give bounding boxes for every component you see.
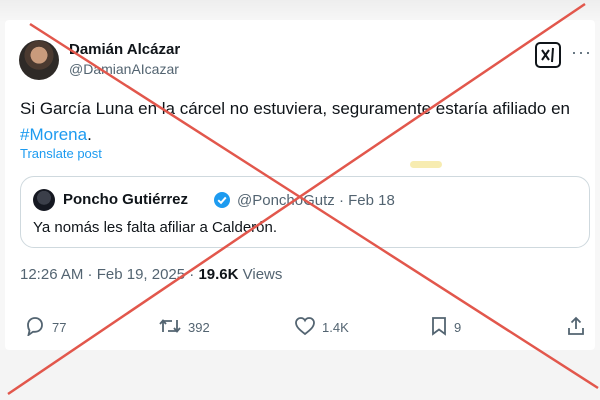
cross-line-2 (7, 2, 586, 396)
cross-line-1 (29, 22, 599, 390)
cross-out-overlay (7, 2, 599, 396)
